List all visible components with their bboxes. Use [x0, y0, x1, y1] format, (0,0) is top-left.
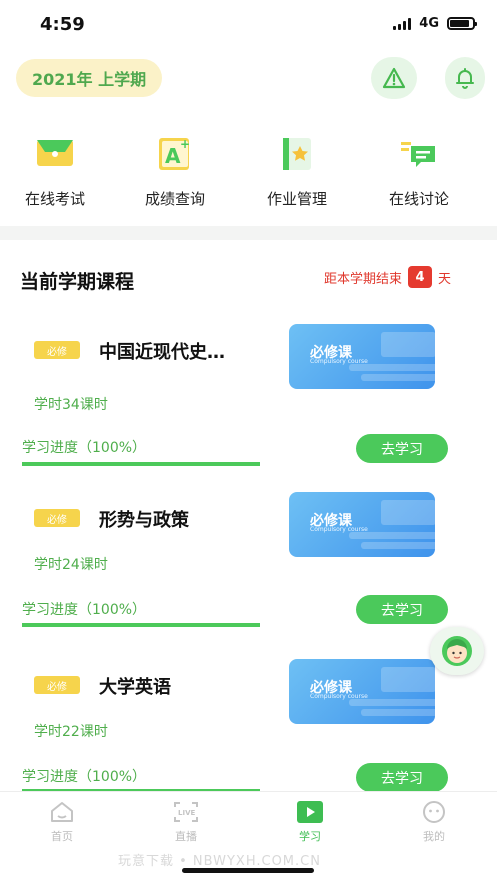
course-hours: 学时22课时: [34, 724, 108, 740]
svg-text:+: +: [180, 137, 190, 151]
signal-icon: [393, 17, 412, 30]
play-icon: [297, 801, 323, 823]
exam-icon: [37, 140, 73, 166]
profile-icon: [423, 801, 445, 823]
section-divider: [0, 226, 497, 240]
progress-label: 学习进度（100%）: [22, 440, 147, 456]
live-icon: LIVE: [174, 802, 198, 822]
svg-text:A: A: [165, 144, 181, 168]
discussion-icon: [401, 142, 435, 167]
countdown-days: 4: [407, 266, 432, 288]
quick-menu-label: 在线讨论: [388, 190, 449, 208]
countdown-suffix: 天: [437, 271, 451, 287]
semester-countdown: 距本学期结束 4 天: [324, 266, 451, 288]
tab-study[interactable]: 学习: [280, 800, 340, 844]
home-icon: [51, 802, 73, 822]
tab-label: 首页: [51, 830, 73, 843]
quick-menu-item-homework[interactable]: 作业管理: [242, 130, 352, 209]
tab-profile[interactable]: 我的: [404, 800, 464, 844]
go-study-button[interactable]: 去学习: [356, 763, 448, 792]
quick-menu-item-exam[interactable]: 在线考试: [0, 130, 110, 209]
course-title: 形势与政策: [99, 510, 189, 531]
tab-label: 直播: [175, 830, 197, 843]
warning-icon: [382, 67, 406, 89]
assistant-avatar-icon: [442, 636, 472, 666]
battery-icon: [447, 17, 477, 30]
cover-subtitle: Compulsory course: [310, 358, 368, 365]
course-cover-image: 必修课 Compulsory course: [289, 492, 435, 557]
tab-live[interactable]: LIVE 直播: [156, 800, 216, 844]
notification-button[interactable]: [445, 57, 485, 99]
required-badge: 必修: [34, 341, 80, 359]
quick-menu: 在线考试 A + 成绩查询 作业管理 在线讨论: [0, 130, 497, 220]
status-time: 4:59: [40, 14, 85, 35]
course-title: 大学英语: [99, 677, 171, 698]
progress-label: 学习进度（100%）: [22, 769, 147, 785]
cover-subtitle: Compulsory course: [310, 693, 368, 700]
quick-menu-label: 作业管理: [266, 190, 327, 208]
warning-button[interactable]: [371, 57, 417, 99]
tab-label: 我的: [423, 830, 445, 843]
semester-selector[interactable]: 2021年 上学期: [16, 59, 163, 97]
go-study-button[interactable]: 去学习: [356, 434, 448, 463]
quick-menu-label: 成绩查询: [144, 190, 205, 208]
status-indicators: 4G: [393, 16, 477, 31]
watermark: 玩意下载 • NBWYXH.COM.CN: [118, 854, 321, 869]
assistant-avatar-button[interactable]: [430, 627, 484, 675]
section-title: 当前学期课程: [20, 271, 135, 293]
course-card[interactable]: 必修 中国近现代史… 学时34课时 必修课 Compulsory course …: [16, 324, 448, 484]
cover-subtitle: Compulsory course: [310, 526, 368, 533]
course-hours: 学时24课时: [34, 557, 108, 573]
course-title: 中国近现代史…: [99, 342, 225, 363]
required-badge: 必修: [34, 676, 80, 694]
tab-home[interactable]: 首页: [32, 800, 92, 844]
tab-label: 学习: [299, 830, 321, 843]
network-type: 4G: [419, 16, 439, 31]
status-bar: 4:59 4G: [0, 0, 497, 48]
home-indicator: [182, 868, 314, 873]
svg-text:LIVE: LIVE: [178, 809, 195, 817]
course-cover-image: 必修课 Compulsory course: [289, 659, 435, 724]
grade-icon: A +: [159, 137, 190, 170]
bell-icon: [456, 68, 474, 89]
quick-menu-label: 在线考试: [24, 190, 85, 208]
quick-menu-item-grades[interactable]: A + 成绩查询: [120, 130, 230, 209]
course-hours: 学时34课时: [34, 397, 108, 413]
progress-label: 学习进度（100%）: [22, 602, 147, 618]
progress-bar: [22, 623, 260, 627]
countdown-prefix: 距本学期结束: [323, 271, 402, 287]
progress-bar: [22, 462, 260, 466]
course-cover-image: 必修课 Compulsory course: [289, 324, 435, 389]
quick-menu-item-discussion[interactable]: 在线讨论: [364, 130, 474, 209]
required-badge: 必修: [34, 509, 80, 527]
course-card[interactable]: 必修 形势与政策 学时24课时 必修课 Compulsory course 学习…: [16, 492, 448, 652]
go-study-button[interactable]: 去学习: [356, 595, 448, 624]
homework-icon: [283, 138, 311, 170]
